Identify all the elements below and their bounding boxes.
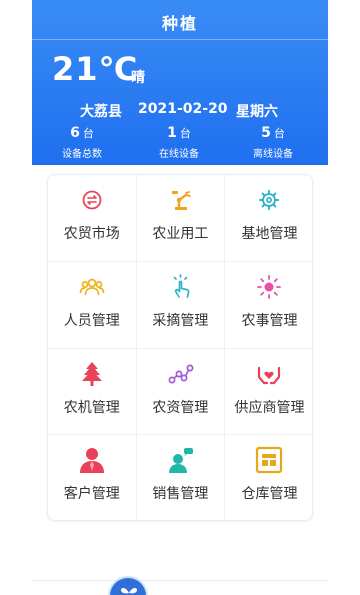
menu-item-farming[interactable]: 农事管理 <box>225 262 312 349</box>
function-grid: 农贸市场 农业用工 基地管理 人员管理 采摘管理 农事管理 农机管理 农资管理 … <box>48 175 312 520</box>
stat-unit: 台 <box>273 127 285 140</box>
tree-icon <box>77 359 107 389</box>
menu-item-market[interactable]: 农贸市场 <box>48 175 137 262</box>
menu-item-supplier[interactable]: 供应商管理 <box>225 349 312 436</box>
menu-item-labor[interactable]: 农业用工 <box>136 175 226 262</box>
menu-item-label: 客户管理 <box>63 486 120 503</box>
menu-item-label: 基地管理 <box>241 226 298 242</box>
function-menu-card: 农贸市场 农业用工 基地管理 人员管理 采摘管理 农事管理 农机管理 农资管理 … <box>47 174 313 521</box>
menu-item-sales[interactable]: 销售管理 <box>137 435 226 520</box>
menu-item-label: 农业用工 <box>152 226 209 242</box>
menu-item-label: 销售管理 <box>152 486 209 503</box>
stat-value: 6 <box>70 125 80 141</box>
menu-item-label: 农贸市场 <box>63 226 120 242</box>
menu-item-customer[interactable]: 客户管理 <box>48 435 137 520</box>
gear-icon <box>254 185 284 215</box>
menu-item-label: 仓库管理 <box>241 486 298 503</box>
stat-unit: 台 <box>179 127 191 140</box>
menu-item-label: 农事管理 <box>241 312 298 329</box>
stat-total-devices[interactable]: 6台 设备总数 <box>42 122 122 160</box>
weekday-text: 星期六 <box>236 104 278 120</box>
menu-item-label: 农机管理 <box>63 399 120 416</box>
title-divider <box>32 39 328 40</box>
menu-item-warehouse[interactable]: 仓库管理 <box>225 435 312 520</box>
stat-label: 在线设备 <box>159 149 199 160</box>
menu-item-picking[interactable]: 采摘管理 <box>136 261 226 349</box>
menu-item-label: 农资管理 <box>152 399 209 416</box>
butterfly-icon <box>121 588 137 594</box>
stat-offline-devices[interactable]: 5台 离线设备 <box>233 122 313 160</box>
stat-unit: 台 <box>82 127 94 140</box>
menu-item-label: 供应商管理 <box>234 399 305 416</box>
chat-person-icon <box>166 445 196 475</box>
hand-pick-icon <box>166 272 196 302</box>
menu-item-staff[interactable]: 人员管理 <box>48 261 137 349</box>
stat-value: 1 <box>167 125 177 141</box>
page-title: 种植 <box>161 14 198 33</box>
bottom-divider <box>32 580 328 581</box>
nodes-icon <box>166 359 196 389</box>
warehouse-icon <box>254 445 284 475</box>
menu-item-machinery[interactable]: 农机管理 <box>48 348 137 436</box>
robot-arm-icon <box>166 185 196 215</box>
menu-item-label: 采摘管理 <box>152 312 209 329</box>
menu-item-supplies[interactable]: 农资管理 <box>136 348 226 436</box>
exchange-icon <box>77 185 107 215</box>
location-date-row: 大荔县 2021-02-20 星期六 <box>32 101 328 121</box>
stat-label: 设备总数 <box>62 149 102 160</box>
menu-item-base[interactable]: 基地管理 <box>225 175 312 262</box>
menu-item-label: 人员管理 <box>63 312 120 329</box>
center-tab-button[interactable] <box>108 576 148 595</box>
stat-value: 5 <box>261 125 271 141</box>
weather-text: 晴 <box>131 70 145 86</box>
temperature: 21℃ <box>52 50 139 88</box>
header-banner: 种植 21℃ 晴 大荔县 2021-02-20 星期六 6台 设备总数 1台 在… <box>32 0 328 165</box>
device-stats: 6台 设备总数 1台 在线设备 5台 离线设备 <box>32 122 328 162</box>
person-icon <box>77 445 107 475</box>
app-screen: 种植 21℃ 晴 大荔县 2021-02-20 星期六 6台 设备总数 1台 在… <box>32 0 328 595</box>
county-name: 大荔县 <box>80 104 122 120</box>
stat-label: 离线设备 <box>253 149 293 160</box>
sun-icon <box>254 272 284 302</box>
date-text: 2021-02-20 <box>138 101 228 117</box>
stat-online-devices[interactable]: 1台 在线设备 <box>139 122 219 160</box>
people-group-icon <box>77 272 107 302</box>
hands-heart-icon <box>254 359 284 389</box>
